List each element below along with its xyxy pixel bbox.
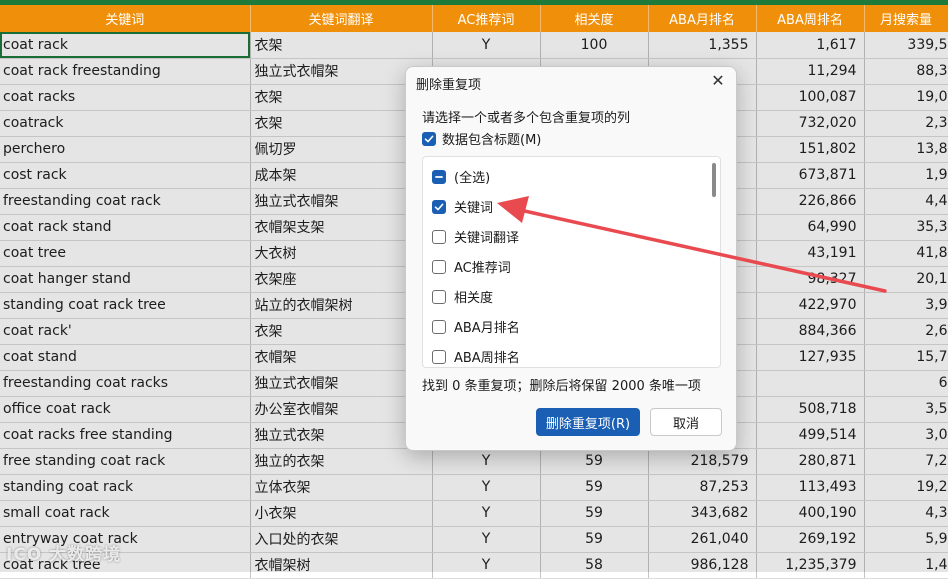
checkbox-indeterminate-icon[interactable] [432,169,446,184]
column-option[interactable]: ABA周排名 [432,347,520,366]
column-option-label: ABA周排名 [454,351,520,366]
column-option-label: ABA月排名 [454,321,520,336]
column-header[interactable]: 关键词翻译 [250,5,433,32]
column-header[interactable]: 月搜索量 [864,5,948,32]
column-option[interactable]: 关键词 [432,197,493,216]
duplicate-status-text: 找到 0 条重复项；删除后将保留 2000 条唯一项 [422,379,701,394]
column-option[interactable]: AC推荐词 [432,257,511,276]
checkbox-unchecked-icon[interactable] [432,319,446,334]
column-header[interactable]: 关键词 [0,5,251,32]
watermark-logo: ICO 大数跨境 [6,545,122,565]
checkbox-unchecked-icon[interactable] [432,349,446,364]
column-option-label: (全选) [454,171,491,186]
data-has-headers-label: 数据包含标题(M) [442,133,542,148]
column-option-label: AC推荐词 [454,261,511,276]
header-row: 关键词 关键词翻译 AC推荐词 相关度 ABA月排名 ABA周排名 月搜索量 [0,5,948,32]
checkbox-checked-icon[interactable] [422,131,436,146]
column-header[interactable]: AC推荐词 [432,5,541,32]
column-list[interactable]: (全选) 关键词关键词翻译 AC推荐词相关度 ABA月排名 ABA周排名 [422,156,721,368]
column-option-label: 关键词 [454,201,494,216]
list-scrollbar-thumb[interactable] [712,163,716,197]
checkbox-unchecked-icon[interactable] [432,289,446,304]
column-header[interactable]: ABA月排名 [648,5,757,32]
column-option[interactable]: (全选) [432,167,490,186]
cancel-button[interactable]: 取消 [650,408,722,436]
dialog-prompt: 请选择一个或者多个包含重复项的列 [422,111,631,126]
checkbox-unchecked-icon[interactable] [432,259,446,274]
column-option[interactable]: 关键词翻译 [432,227,519,246]
column-option[interactable]: ABA月排名 [432,317,520,336]
data-has-headers-option[interactable]: 数据包含标题(M) [422,129,541,148]
column-option-label: 关键词翻译 [454,231,520,246]
remove-duplicates-dialog: 删除重复项 ✕ 请选择一个或者多个包含重复项的列 数据包含标题(M) (全选) 关… [405,66,737,451]
column-option-label: 相关度 [454,291,494,306]
column-header[interactable]: 相关度 [540,5,649,32]
column-header[interactable]: ABA周排名 [756,5,865,32]
close-icon[interactable]: ✕ [709,72,727,90]
checkbox-checked-icon[interactable] [432,199,446,214]
remove-duplicates-button[interactable]: 删除重复项(R) [536,408,640,436]
dialog-title: 删除重复项 [416,78,482,93]
column-option[interactable]: 相关度 [432,287,493,306]
checkbox-unchecked-icon[interactable] [432,229,446,244]
